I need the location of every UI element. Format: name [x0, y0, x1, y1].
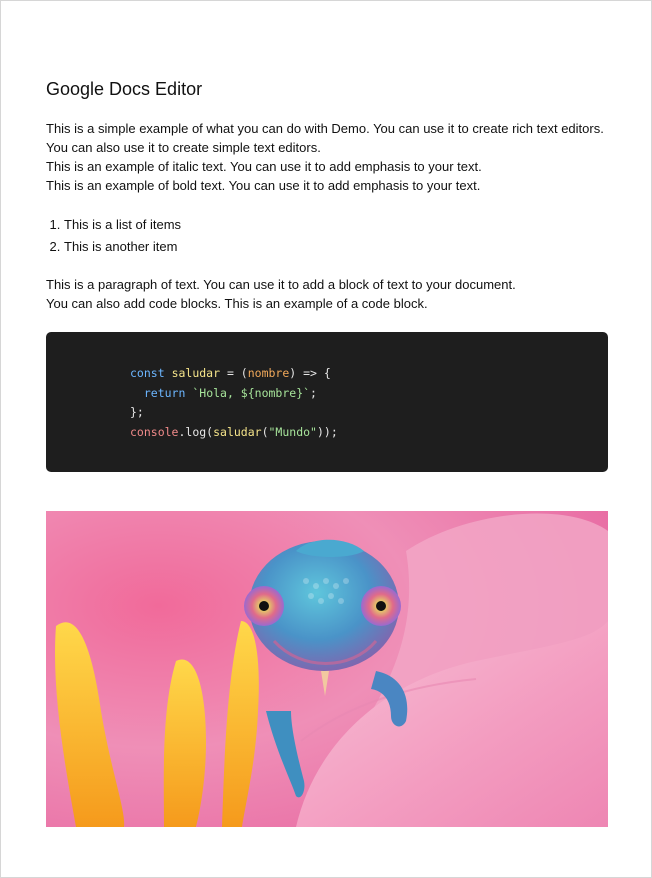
paragraph-line: This is a paragraph of text. You can use…: [46, 277, 516, 292]
bold-line: This is an example of bold text. You can…: [46, 178, 481, 193]
code-keyword: return: [143, 385, 186, 400]
code-string: `Hola, ${nombre}`: [192, 385, 311, 400]
code-punct: = (: [220, 366, 248, 380]
code-content: const saludar = (nombre) => { return `Ho…: [130, 364, 338, 442]
code-punct: ));: [316, 424, 338, 439]
chameleon-illustration: [46, 511, 608, 827]
code-keyword: const: [130, 366, 165, 380]
code-punct: (: [261, 424, 269, 439]
code-block[interactable]: const saludar = (nombre) => { return `Ho…: [46, 332, 608, 472]
code-param: nombre: [247, 366, 290, 380]
code-object: console: [130, 424, 179, 439]
paragraph-line: You can also add code blocks. This is an…: [46, 296, 428, 311]
ordered-list: This is a list of items This is another …: [46, 214, 181, 258]
list-item: This is a list of items: [64, 214, 181, 236]
code-identifier: saludar: [171, 366, 221, 380]
paragraph: This is a paragraph of text. You can use…: [46, 275, 608, 313]
document-title: Google Docs Editor: [46, 79, 203, 99]
intro-paragraph: This is a simple example of what you can…: [46, 119, 608, 195]
code-punct: ;: [310, 385, 317, 400]
code-function: saludar: [213, 424, 262, 439]
code-punct: ) => {: [289, 366, 331, 380]
list-item: This is another item: [64, 236, 181, 258]
code-punct: };: [130, 405, 144, 419]
chameleon-image[interactable]: [46, 511, 608, 827]
code-punct: .log(: [178, 424, 214, 439]
italic-line: This is an example of italic text. You c…: [46, 159, 482, 174]
intro-line: This is a simple example of what you can…: [46, 121, 604, 155]
code-string: "Mundo": [268, 424, 317, 439]
document-window: Google Docs Editor This is a simple exam…: [0, 0, 652, 878]
